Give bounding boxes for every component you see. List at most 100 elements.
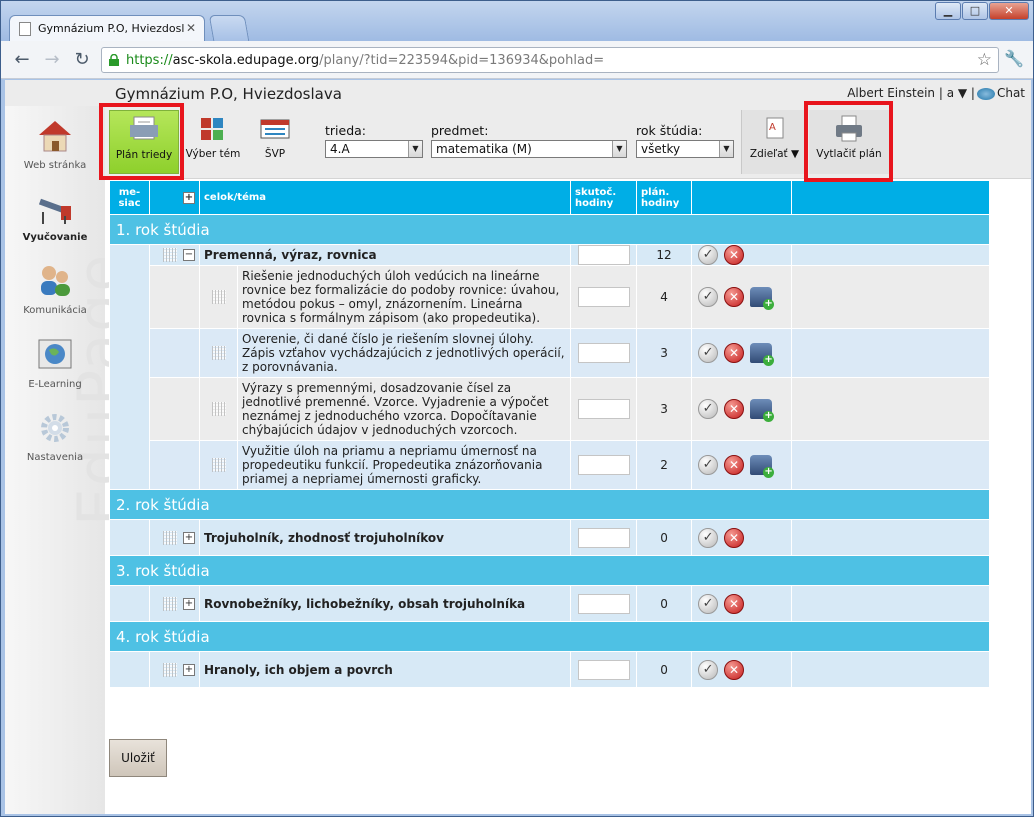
col-header-actions xyxy=(691,180,793,215)
drag-handle-icon[interactable] xyxy=(211,402,226,417)
month-cell xyxy=(109,519,150,556)
trieda-select[interactable]: 4.A ▼ xyxy=(325,140,423,158)
topic-actions: ✓ ✕ xyxy=(691,519,793,556)
confirm-icon[interactable]: ✓ xyxy=(698,245,719,265)
delete-icon[interactable]: ✕ xyxy=(724,245,745,265)
trieda-value: 4.A xyxy=(330,142,350,156)
drag-handle-icon[interactable] xyxy=(211,458,226,473)
dropdown-arrow-icon[interactable]: ▼ xyxy=(612,141,626,157)
browser-toolbar: ← → ↻ https://asc-skola.edupage.org/plan… xyxy=(1,41,1033,79)
delete-icon[interactable]: ✕ xyxy=(724,399,745,419)
add-resource-icon[interactable] xyxy=(750,399,775,422)
actual-hours-input[interactable] xyxy=(577,399,630,419)
year-row: 1. rok štúdia xyxy=(108,214,991,245)
delete-icon[interactable]: ✕ xyxy=(724,593,745,614)
sidebar-item-elearning[interactable]: E-Learning xyxy=(5,337,105,390)
reload-icon[interactable]: ↻ xyxy=(71,49,93,71)
drag-handle-icon[interactable] xyxy=(163,530,177,545)
extra-cell xyxy=(791,651,991,688)
minimize-button[interactable]: ▁ xyxy=(935,2,961,20)
topic-actions: ✓ ✕ xyxy=(691,585,793,622)
delete-icon[interactable]: ✕ xyxy=(724,527,745,548)
expand-icon[interactable]: + xyxy=(183,663,195,676)
confirm-icon[interactable]: ✓ xyxy=(698,399,719,419)
expand-icon[interactable]: + xyxy=(183,531,195,544)
extra-cell xyxy=(791,328,991,378)
predmet-select[interactable]: matematika (M) ▼ xyxy=(431,140,627,158)
chat-link[interactable]: Chat xyxy=(997,86,1025,100)
rok-studia-select[interactable]: všetky ▼ xyxy=(636,140,734,158)
plan-table-body: 1. rok štúdia − Premenná, výraz, rovnica 12… xyxy=(108,214,991,688)
delete-icon[interactable]: ✕ xyxy=(724,343,745,363)
add-resource-icon[interactable] xyxy=(750,287,775,310)
sidebar-item-vyucovanie[interactable]: Vyučovanie xyxy=(5,190,105,243)
svp-button[interactable]: ŠVP xyxy=(247,110,303,174)
planned-hours: 0 xyxy=(636,519,693,556)
actual-hours-input[interactable] xyxy=(577,659,630,680)
maximize-button[interactable]: □ xyxy=(962,2,988,20)
drag-handle-icon[interactable] xyxy=(163,596,177,611)
bookmark-star-icon[interactable]: ☆ xyxy=(977,50,992,70)
actual-hours-input[interactable] xyxy=(577,455,630,475)
confirm-icon[interactable]: ✓ xyxy=(698,343,719,363)
month-cell xyxy=(109,651,150,688)
dropdown-arrow-icon[interactable]: ▼ xyxy=(408,141,422,157)
planned-hours: 0 xyxy=(636,651,693,688)
forward-arrow-icon[interactable]: → xyxy=(41,49,63,71)
address-bar[interactable]: https://asc-skola.edupage.org/plany/?tid… xyxy=(101,47,999,73)
close-window-button[interactable]: ✕ xyxy=(989,2,1029,20)
actual-hours-input[interactable] xyxy=(577,527,630,548)
save-button[interactable]: Uložiť xyxy=(109,739,167,777)
confirm-icon[interactable]: ✓ xyxy=(698,593,719,614)
planned-hours: 12 xyxy=(636,244,693,266)
user-name[interactable]: Albert Einstein | a ▼ | xyxy=(847,86,975,100)
browser-tab[interactable]: Gymnázium P.O, Hviezdoslava ✕ xyxy=(9,15,205,41)
drag-handle-icon[interactable] xyxy=(163,248,177,263)
confirm-icon[interactable]: ✓ xyxy=(698,455,719,475)
dropdown-arrow-icon[interactable]: ▼ xyxy=(719,141,733,157)
actual-hours-input[interactable] xyxy=(577,343,630,363)
user-menu[interactable]: Albert Einstein | a ▼ | Chat xyxy=(847,86,1025,100)
drag-handle-icon[interactable] xyxy=(211,346,226,361)
new-tab-button[interactable] xyxy=(208,15,250,41)
subtopic-handle-cell xyxy=(199,377,238,441)
extra-cell xyxy=(791,244,991,266)
confirm-icon[interactable]: ✓ xyxy=(698,527,719,548)
plan-table: me- siac + celok/téma skutoč. hodiny plá… xyxy=(108,180,991,688)
confirm-icon[interactable]: ✓ xyxy=(698,659,719,680)
sidebar-item-web[interactable]: Web stránka xyxy=(5,118,105,171)
subtopic-indent-cell xyxy=(149,377,200,441)
collapse-icon[interactable]: − xyxy=(183,249,195,262)
delete-icon[interactable]: ✕ xyxy=(724,455,745,475)
add-resource-icon[interactable] xyxy=(750,455,775,478)
actual-hours-input[interactable] xyxy=(577,593,630,614)
confirm-icon[interactable]: ✓ xyxy=(698,287,719,307)
rok-studia-label: rok štúdia: xyxy=(636,123,703,138)
add-resource-icon[interactable] xyxy=(750,343,775,366)
delete-icon[interactable]: ✕ xyxy=(724,659,745,680)
actual-hours-input[interactable] xyxy=(577,245,630,265)
sidebar-item-nastavenia[interactable]: Nastavenia xyxy=(5,410,105,463)
sidebar-item-komunikacia[interactable]: Komunikácia xyxy=(5,263,105,316)
svp-icon xyxy=(260,119,290,139)
subtopic-indent-cell xyxy=(149,440,200,490)
back-arrow-icon[interactable]: ← xyxy=(11,49,33,71)
col-header-mesiac: me- siac xyxy=(109,180,150,215)
vyber-tem-button[interactable]: Výber tém xyxy=(183,110,243,174)
topic-row: + Hranoly, ich objem a povrch 0 ✓ ✕ xyxy=(109,651,991,688)
subtopic-row: Riešenie jednoduchých úloh vedúcich na l… xyxy=(110,265,991,329)
actual-hours-input[interactable] xyxy=(577,287,630,307)
planned-hours: 4 xyxy=(636,265,693,329)
expand-icon[interactable]: + xyxy=(183,597,195,610)
tab-close-icon[interactable]: ✕ xyxy=(186,21,196,35)
wrench-menu-icon[interactable]: 🔧 xyxy=(1003,49,1025,71)
drag-handle-icon[interactable] xyxy=(211,290,226,305)
zdielat-button[interactable]: A Zdieľať ▼ xyxy=(741,110,807,174)
expand-all-icon[interactable]: + xyxy=(183,191,195,204)
drag-handle-icon[interactable] xyxy=(163,662,177,677)
delete-icon[interactable]: ✕ xyxy=(724,287,745,307)
topic-row: − Premenná, výraz, rovnica 12 ✓ ✕ xyxy=(109,244,991,490)
extra-cell xyxy=(791,585,991,622)
chat-icon[interactable] xyxy=(976,87,995,100)
sidebar-item-label: Vyučovanie xyxy=(22,232,88,243)
